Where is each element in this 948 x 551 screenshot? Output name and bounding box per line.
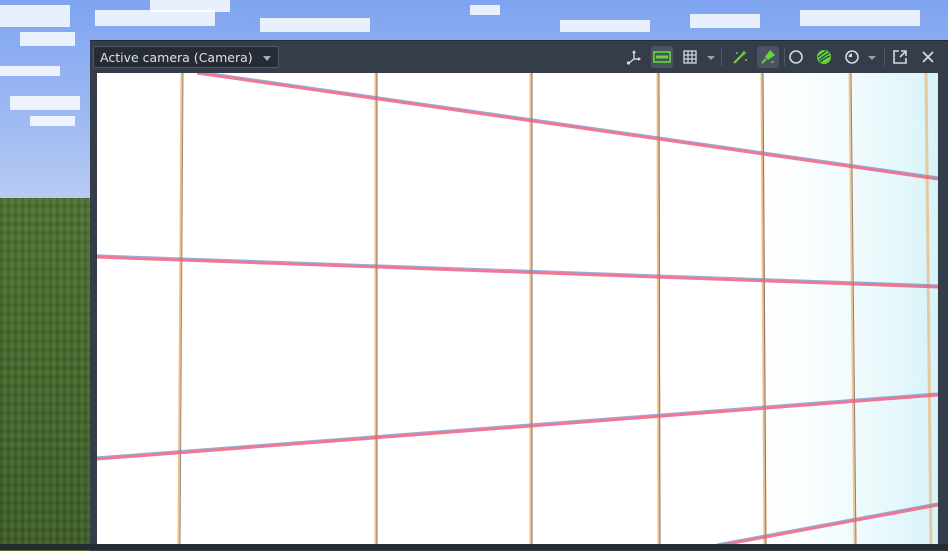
- circle-button[interactable]: [785, 46, 807, 68]
- cloud: [800, 10, 920, 26]
- cloud: [10, 96, 80, 110]
- cloud: [150, 0, 230, 12]
- magic-wand-icon: [733, 50, 747, 64]
- preview-toolbar: Active camera (Camera): [90, 41, 948, 73]
- transform-gizmo-button[interactable]: [623, 46, 645, 68]
- viewport-render: [97, 73, 938, 546]
- popout-button[interactable]: [889, 46, 911, 68]
- circle-icon: [789, 50, 803, 64]
- camera-select[interactable]: Active camera (Camera): [93, 46, 279, 68]
- cloud: [560, 20, 650, 32]
- close-icon: [922, 51, 934, 63]
- grid-button[interactable]: [679, 46, 701, 68]
- camera-viewport[interactable]: [97, 73, 938, 546]
- cloud: [20, 32, 75, 46]
- chevron-down-icon: [263, 56, 271, 61]
- popout-icon: [893, 50, 907, 64]
- sphere-texture-icon: [817, 50, 831, 64]
- environment-icon: [845, 50, 859, 64]
- close-button[interactable]: [917, 46, 939, 68]
- frame-button[interactable]: [651, 46, 673, 68]
- cloud: [690, 14, 760, 28]
- cloud: [260, 18, 370, 32]
- grid-options-chevron-icon[interactable]: [707, 56, 715, 60]
- environment-button[interactable]: [841, 46, 863, 68]
- camera-preview-window: Active camera (Camera): [90, 40, 948, 551]
- sphere-texture-button[interactable]: [813, 46, 835, 68]
- toolbar-separator: [884, 48, 885, 66]
- grid-icon: [683, 50, 697, 64]
- environment-options-chevron-icon[interactable]: [868, 56, 876, 60]
- magic-wand-button[interactable]: [729, 46, 751, 68]
- camera-select-value: Active camera (Camera): [100, 50, 253, 65]
- cloud: [30, 116, 75, 126]
- transform-gizmo-icon: [626, 50, 641, 65]
- light-icon: [761, 50, 775, 64]
- light-button[interactable]: [757, 46, 779, 68]
- cloud: [0, 5, 70, 27]
- toolbar-separator: [721, 48, 722, 66]
- frame-icon: [653, 51, 671, 63]
- cloud: [470, 5, 500, 15]
- bottom-status-strip: [0, 544, 948, 550]
- cloud: [0, 66, 60, 76]
- cloud: [95, 10, 215, 26]
